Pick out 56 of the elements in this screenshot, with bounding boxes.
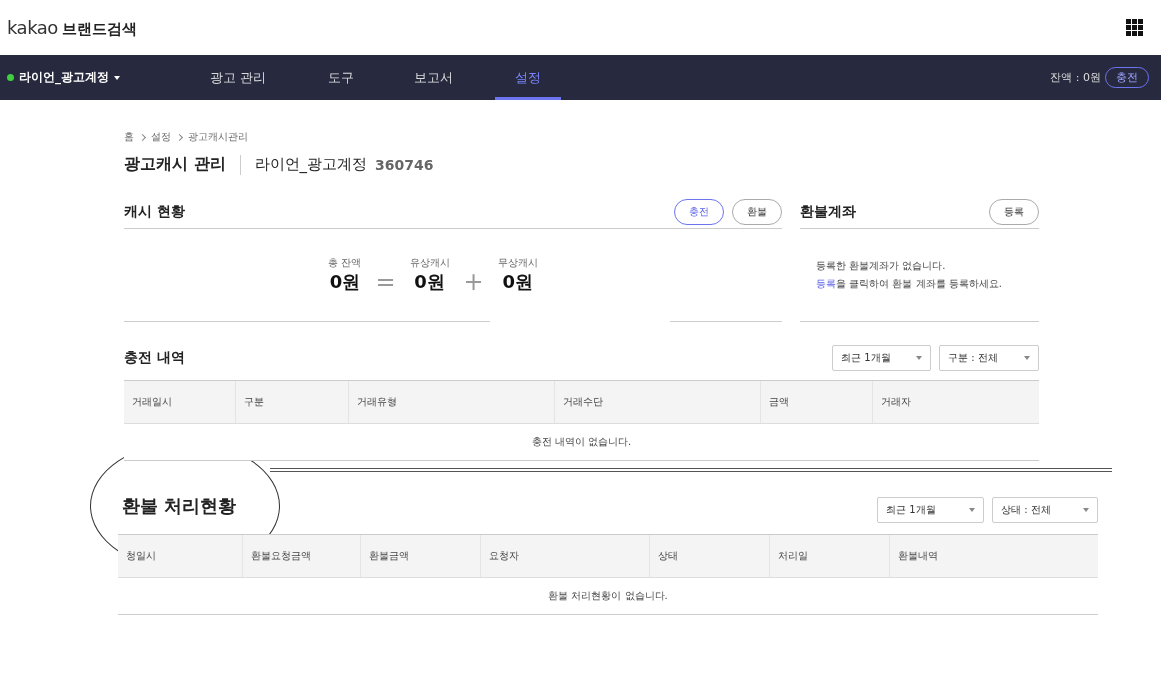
caret-icon (916, 356, 922, 360)
caret-icon (114, 75, 120, 80)
column-header: 환불금액 (361, 535, 481, 577)
nav-tab[interactable]: 보고서 (394, 55, 474, 100)
amount-value: 0원 (414, 270, 445, 294)
balance-text: 잔액 : 0원 (1050, 70, 1101, 85)
filter-dropdown[interactable]: 최근 1개월 (877, 497, 984, 523)
breadcrumb-link[interactable]: 광고캐시관리 (188, 130, 248, 144)
operator-sign: = (375, 268, 396, 296)
apps-grid-icon[interactable] (1126, 19, 1143, 36)
nav-tab[interactable]: 설정 (495, 55, 562, 100)
nav-tab[interactable]: 광고 관리 (190, 55, 287, 100)
register-button[interactable]: 등록 (989, 198, 1039, 225)
column-header: 거래유형 (349, 381, 555, 423)
logo: kakao (7, 16, 58, 38)
column-header: 환불내역 (897, 549, 939, 563)
column-header: 거래일시 (124, 381, 236, 423)
column-header: 상태 (650, 535, 770, 577)
nav-tab[interactable]: 도구 (308, 55, 375, 100)
product-name: 브랜드검색 (61, 19, 137, 39)
action-button[interactable]: 환불 (732, 198, 782, 225)
filter-dropdown[interactable]: 최근 1개월 (832, 345, 931, 371)
amount-label: 유상캐시 (409, 256, 450, 270)
column-header: 거래자 (880, 395, 912, 409)
caret-icon (1024, 356, 1030, 360)
amount-value: 0원 (502, 270, 533, 294)
empty-message: 등록한 환불계좌가 없습니다. (816, 259, 947, 273)
page-title: 광고캐시 관리 (124, 154, 226, 175)
account-id: 360746 (375, 156, 434, 173)
section-title: 환불 처리현황 (121, 494, 237, 518)
register-link[interactable]: 등록 (816, 278, 836, 289)
breadcrumb-link[interactable]: 설정 (151, 130, 171, 144)
amount-label: 총 잔액 (328, 256, 362, 270)
amount-label: 무상캐시 (497, 256, 538, 270)
amount-value: 0원 (329, 270, 361, 294)
operator-sign: + (463, 268, 484, 296)
caret-icon (1083, 508, 1089, 512)
column-header: 요청자 (481, 535, 650, 577)
section-title: 충전 내역 (124, 349, 185, 367)
column-header: 구분 (236, 381, 349, 423)
account-selector[interactable]: 라이언_광고계정 (19, 69, 109, 86)
column-header: 환불요청금액 (243, 535, 361, 577)
filter-dropdown[interactable]: 상태 : 전체 (992, 497, 1098, 523)
action-button[interactable]: 충전 (674, 198, 724, 225)
column-header: 청일시 (118, 535, 243, 577)
hint-text: 등록을 클릭하여 환불 계좌를 등록하세요. (816, 277, 1003, 291)
filter-dropdown[interactable]: 구분 : 전체 (939, 345, 1039, 371)
caret-icon (969, 508, 975, 512)
breadcrumb-link[interactable]: 홈 (124, 130, 134, 144)
account-name: 라이언_광고계정 (254, 155, 368, 174)
column-header: 금액 (761, 381, 873, 423)
column-header: 거래수단 (555, 381, 761, 423)
status-dot-icon (7, 74, 14, 81)
column-header: 처리일 (770, 535, 890, 577)
section-title: 캐시 현황 (124, 202, 185, 221)
section-title: 환불계좌 (800, 202, 856, 221)
